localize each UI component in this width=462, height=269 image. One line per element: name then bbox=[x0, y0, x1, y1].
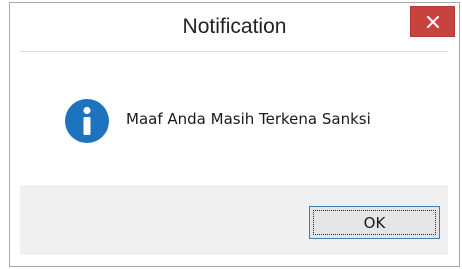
close-button[interactable] bbox=[410, 6, 455, 37]
ok-button[interactable]: OK bbox=[309, 206, 440, 239]
close-icon bbox=[426, 15, 439, 28]
window-title: Notification bbox=[182, 15, 287, 38]
notification-dialog: Notification Maaf Anda Masih Terkena San… bbox=[9, 2, 460, 267]
ok-button-label: OK bbox=[363, 213, 386, 232]
button-bar: OK bbox=[20, 185, 448, 255]
info-icon bbox=[64, 98, 110, 144]
message-area: Maaf Anda Masih Terkena Sanksi bbox=[20, 51, 448, 186]
message-text: Maaf Anda Masih Terkena Sanksi bbox=[126, 110, 371, 128]
title-bar: Notification bbox=[10, 3, 459, 51]
